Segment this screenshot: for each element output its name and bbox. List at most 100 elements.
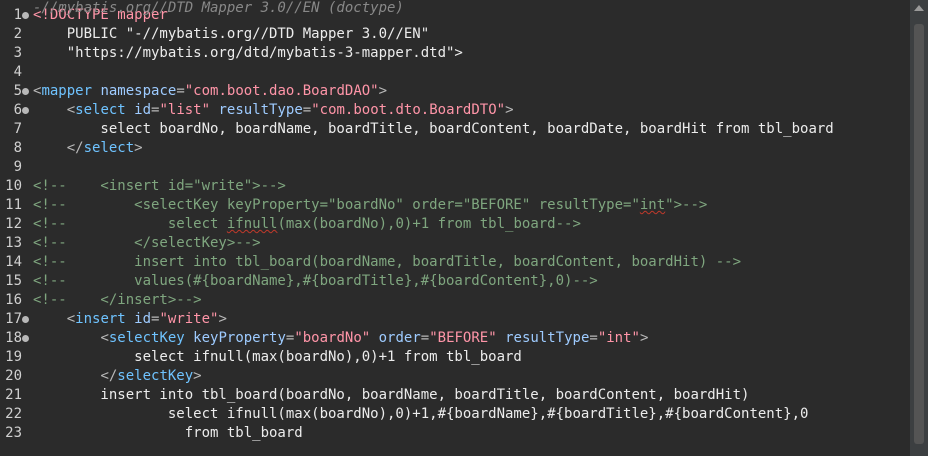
- code-line[interactable]: 6 <select id="list" resultType="com.boot…: [0, 101, 900, 120]
- line-gutter: 6: [0, 101, 33, 120]
- line-code: <!-- <insert id="write">-->: [33, 177, 286, 196]
- line-gutter: 18: [0, 329, 33, 348]
- code-token: mapper: [41, 83, 93, 99]
- code-token: "com.boot.dto.BoardDTO": [311, 102, 506, 118]
- fold-toggle-icon[interactable]: [22, 88, 29, 95]
- scroll-up-arrow-icon[interactable]: [914, 5, 924, 11]
- code-token: selectKey: [117, 368, 194, 384]
- line-number: 15: [5, 273, 22, 289]
- code-token: from tbl_board: [33, 425, 303, 441]
- code-token: <!-- </insert>-->: [33, 292, 202, 308]
- code-token: =: [589, 330, 598, 346]
- code-line[interactable]: 10 <!-- <insert id="write">-->: [0, 177, 900, 196]
- xml-editor[interactable]: 1 <!DOCTYPE mapper 2 PUBLIC "-//mybatis.or…: [0, 0, 928, 456]
- line-number: 9: [13, 159, 22, 175]
- line-gutter: 4: [0, 63, 33, 82]
- code-line[interactable]: 13 <!-- </selectKey>-->: [0, 234, 900, 253]
- line-code: <insert id="write">: [33, 310, 227, 329]
- code-line[interactable]: 20 </selectKey>: [0, 367, 900, 386]
- code-line[interactable]: 3 "https://mybatis.org/dtd/mybatis-3-map…: [0, 44, 900, 63]
- line-number: 23: [5, 425, 22, 441]
- code-line[interactable]: 23 from tbl_board: [0, 424, 900, 443]
- line-gutter: 14: [0, 253, 33, 272]
- line-code: </select>: [33, 139, 143, 158]
- line-gutter: 17: [0, 310, 33, 329]
- code-line[interactable]: 2 PUBLIC "-//mybatis.org//DTD Mapper 3.0…: [0, 25, 900, 44]
- code-line[interactable]: 11 <!-- <selectKey keyProperty="boardNo" …: [0, 196, 900, 215]
- code-token: <: [100, 330, 109, 346]
- fold-toggle-icon[interactable]: [22, 107, 29, 114]
- line-code: <!-- </insert>-->: [33, 291, 202, 310]
- fold-toggle-icon[interactable]: [22, 316, 29, 323]
- code-line[interactable]: 4: [0, 63, 900, 82]
- line-gutter: 9: [0, 158, 33, 177]
- code-line[interactable]: 12 <!-- select ifnull(max(boardNo),0)+1 f…: [0, 215, 900, 234]
- fold-toggle-icon[interactable]: [22, 335, 29, 342]
- code-token: <!-- <insert id="write">-->: [33, 178, 286, 194]
- line-gutter: 8: [0, 139, 33, 158]
- code-token: <!-- insert into tbl_board(boardName, bo…: [33, 254, 742, 270]
- code-line[interactable]: 14 <!-- insert into tbl_board(boardName, …: [0, 253, 900, 272]
- line-code: </selectKey>: [33, 367, 202, 386]
- vertical-scrollbar[interactable]: [910, 0, 928, 456]
- code-token: >: [193, 368, 202, 384]
- code-token: =: [420, 330, 430, 346]
- code-token: "write": [159, 311, 219, 327]
- line-code: <!-- select ifnull(max(boardNo),0)+1 fro…: [33, 215, 581, 234]
- code-token: order: [378, 330, 421, 346]
- line-number: 10: [5, 178, 22, 194]
- code-line[interactable]: 21 insert into tbl_board(boardNo, boardN…: [0, 386, 900, 405]
- line-gutter: 16: [0, 291, 33, 310]
- line-gutter: 10: [0, 177, 33, 196]
- code-line[interactable]: 8 </select>: [0, 139, 900, 158]
- code-token: insert into tbl_board(boardNo, boardName…: [33, 387, 750, 403]
- code-line[interactable]: 7 select boardNo, boardName, boardTitle,…: [0, 120, 900, 139]
- code-line[interactable]: 16 <!-- </insert>-->: [0, 291, 900, 310]
- line-code: select ifnull(max(boardNo),0)+1,#{boardN…: [33, 405, 809, 424]
- line-gutter: 23: [0, 424, 33, 443]
- line-gutter: 2: [0, 25, 33, 44]
- line-number: 19: [5, 349, 22, 365]
- line-number: 13: [5, 235, 22, 251]
- line-gutter: 12: [0, 215, 33, 234]
- code-token: int: [639, 197, 666, 213]
- code-line[interactable]: 5 <mapper namespace="com.boot.dao.BoardDA…: [0, 82, 900, 101]
- line-code: <!-- insert into tbl_board(boardName, bo…: [33, 253, 741, 272]
- scroll-thumb[interactable]: [914, 24, 924, 444]
- code-token: select: [83, 140, 135, 156]
- line-number: 11: [5, 197, 22, 213]
- code-line[interactable]: 15 <!-- values(#{boardName},#{boardTitle}…: [0, 272, 900, 291]
- line-code: <mapper namespace="com.boot.dao.BoardDAO…: [33, 82, 387, 101]
- code-token: (max(boardNo),0)+1 from tbl_board-->: [277, 216, 581, 232]
- line-number: 2: [13, 26, 22, 42]
- line-code: select boardNo, boardName, boardTitle, b…: [33, 120, 834, 139]
- code-line[interactable]: 19 select ifnull(max(boardNo),0)+1 from …: [0, 348, 900, 367]
- code-token: "https://mybatis.org/dtd/mybatis-3-mappe…: [33, 45, 463, 61]
- code-token: "list": [159, 102, 211, 118]
- code-token: select boardNo, boardName, boardTitle, b…: [33, 121, 834, 137]
- code-lines[interactable]: 1 <!DOCTYPE mapper 2 PUBLIC "-//mybatis.or…: [0, 6, 900, 443]
- line-code: <select id="list" resultType="com.boot.d…: [33, 101, 514, 120]
- line-number: 22: [5, 406, 22, 422]
- line-gutter: 21: [0, 386, 33, 405]
- code-token: select ifnull(max(boardNo),0)+1 from tbl…: [33, 349, 522, 365]
- code-token: >: [505, 102, 514, 118]
- code-token: =: [176, 83, 185, 99]
- code-token: insert: [75, 311, 126, 327]
- code-line[interactable]: 17 <insert id="write">: [0, 310, 900, 329]
- line-code: PUBLIC "-//mybatis.org//DTD Mapper 3.0//…: [33, 25, 429, 44]
- line-number: 16: [5, 292, 22, 308]
- code-token: selectKey: [108, 330, 185, 346]
- code-token: =: [302, 102, 312, 118]
- line-gutter: 19: [0, 348, 33, 367]
- line-number: 20: [5, 368, 22, 384]
- code-line[interactable]: 22 select ifnull(max(boardNo),0)+1,#{boa…: [0, 405, 900, 424]
- code-line[interactable]: 18 <selectKey keyProperty = "boardNo" orde…: [0, 329, 900, 348]
- code-line[interactable]: 9: [0, 158, 900, 177]
